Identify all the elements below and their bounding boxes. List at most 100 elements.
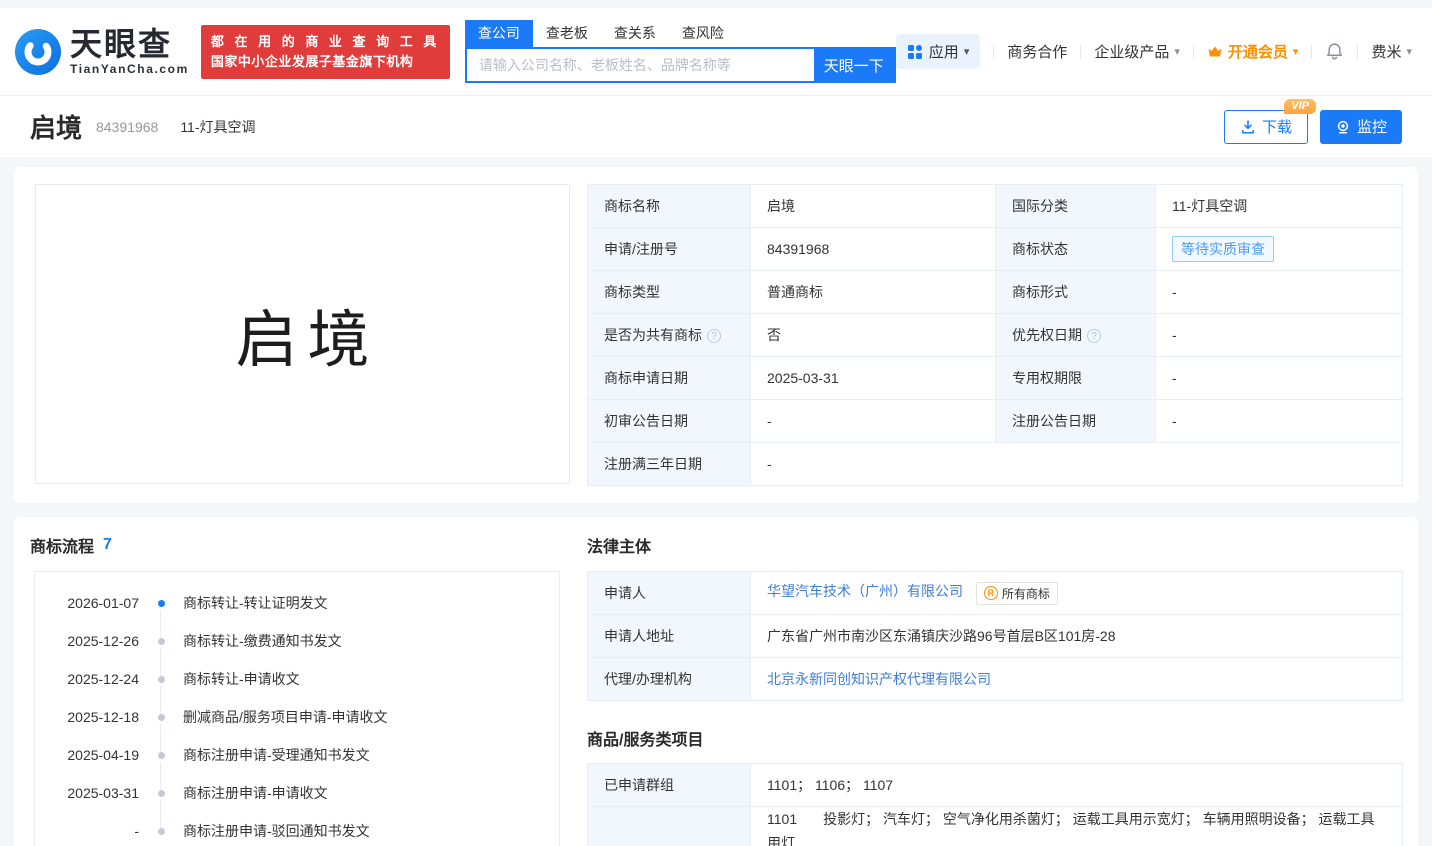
info-value: 否	[750, 313, 996, 357]
nav-apps-label: 应用	[928, 44, 959, 61]
table-row: 申请人地址 广东省广州市南沙区东涌镇庆沙路96号首层B区101房-28	[587, 614, 1403, 658]
info-value: 2025-03-31	[750, 356, 996, 400]
search-block: 查公司 查老板 查关系 查风险 天眼一下	[464, 20, 896, 83]
timeline-date: 2026-01-07	[67, 595, 139, 611]
timeline-text: 商标注册申请-受理通知书发文	[183, 747, 370, 763]
nav-separator	[1080, 44, 1082, 59]
nav-user-menu[interactable]: 费米 ▾	[1371, 41, 1412, 62]
timeline-node	[139, 783, 183, 803]
goods-label	[587, 806, 751, 846]
tab-company[interactable]: 查公司	[464, 20, 533, 47]
timeline-date: 2025-12-18	[67, 709, 139, 725]
header-nav: 应用 ▾ 商务合作 企业级产品 ▾ 开通会员 ▾ 费米 ▾	[895, 34, 1412, 69]
timeline-text: 删减商品/服务项目申请-申请收文	[183, 709, 388, 725]
legal-section-title: 法律主体	[587, 539, 652, 556]
table-row: 是否为共有商标? 否 优先权日期? -	[587, 313, 1403, 357]
agency-company-link[interactable]: 北京永新同创知识产权代理有限公司	[767, 671, 991, 687]
timeline-dot	[157, 752, 165, 759]
info-label: 申请/注册号	[587, 227, 751, 271]
legal-label: 申请人地址	[587, 614, 751, 658]
logo-name: 天眼查	[70, 26, 173, 62]
nav-separator	[1192, 44, 1194, 59]
monitor-button[interactable]: 监控	[1319, 109, 1402, 144]
legal-value: 北京永新同创知识产权代理有限公司	[750, 657, 1403, 701]
timeline-date: 2025-12-26	[67, 633, 139, 649]
title-actions: 下载 VIP 监控	[1223, 98, 1402, 144]
crown-icon	[1208, 46, 1222, 56]
legal-value: 广东省广州市南沙区东涌镇庆沙路96号首层B区101房-28	[750, 614, 1403, 658]
goods-groups: 1101； 1106； 1107	[750, 763, 1403, 807]
logo-domain: TianYanCha.com	[70, 62, 189, 76]
info-label: 优先权日期?	[995, 313, 1156, 357]
timeline-dot	[157, 828, 165, 835]
legal-entity-table: 申请人 华望汽车技术（广州）有限公司 R 所有商标 申请人地址 广东省广州市南沙…	[587, 571, 1403, 701]
goods-label: 已申请群组	[587, 763, 751, 807]
notification-bell-button[interactable]	[1325, 42, 1344, 61]
process-title-text: 商标流程	[30, 539, 95, 556]
chevron-down-icon: ▾	[1292, 46, 1299, 58]
info-label: 商标类型	[587, 270, 751, 314]
info-label: 注册公告日期	[995, 399, 1156, 443]
tianyancha-logo[interactable]: 天眼查 TianYanCha.com	[14, 27, 189, 76]
vip-badge: VIP	[1284, 98, 1316, 114]
chevron-down-icon: ▾	[1174, 46, 1180, 58]
info-value: -	[750, 399, 996, 443]
legal-entity-section: 法律主体 申请人 华望汽车技术（广州）有限公司 R 所有商标 申请人地址 广东省…	[587, 533, 1403, 846]
info-label: 注册满三年日期	[587, 442, 751, 486]
trademark-image: 启境	[35, 184, 570, 484]
trademark-process-section: 商标流程 7 2026-01-07 商标转让-转让证明发文 2025-12-26…	[30, 533, 560, 846]
download-button[interactable]: 下载 VIP	[1223, 98, 1316, 144]
timeline-date: -	[134, 823, 139, 839]
info-value: 11-灯具空调	[1155, 184, 1403, 228]
username: 费米	[1371, 44, 1402, 61]
search-bar: 天眼一下	[464, 47, 896, 83]
info-label: 商标申请日期	[587, 356, 751, 400]
info-value: 等待实质审查	[1155, 227, 1403, 271]
timeline-node	[139, 745, 183, 765]
table-row: 申请/注册号 84391968 商标状态 等待实质审查	[587, 227, 1403, 271]
timeline-dot	[157, 676, 165, 683]
nav-apps[interactable]: 应用 ▾	[895, 34, 981, 69]
intl-class: 11-灯具空调	[180, 118, 256, 135]
section-gap	[14, 503, 1418, 517]
legal-value: 华望汽车技术（广州）有限公司 R 所有商标	[750, 571, 1403, 615]
nav-cooperation[interactable]: 商务合作	[1007, 41, 1067, 62]
timeline-text: 商标注册申请-驳回通知书发文	[183, 823, 370, 839]
details-card: 商标流程 7 2026-01-07 商标转让-转让证明发文 2025-12-26…	[14, 517, 1418, 846]
table-row: 申请人 华望汽车技术（广州）有限公司 R 所有商标	[587, 571, 1403, 615]
timeline-dot	[157, 600, 165, 607]
grid-icon	[907, 44, 922, 59]
goods-items: 1101 投影灯； 汽车灯； 空气净化用杀菌灯； 运载工具用示宽灯； 车辆用照明设…	[750, 806, 1403, 846]
nav-separator	[993, 44, 995, 59]
timeline-dot	[157, 638, 165, 645]
info-value: -	[1155, 313, 1403, 357]
info-label: 商标形式	[995, 270, 1156, 314]
table-row: 商标名称 启境 国际分类 11-灯具空调	[587, 184, 1403, 228]
info-label-text: 是否为共有商标	[604, 327, 702, 343]
download-icon	[1242, 119, 1254, 133]
search-button[interactable]: 天眼一下	[813, 49, 894, 81]
trademark-titlebar: 启境 84391968 11-灯具空调 下载 VIP 监控	[0, 96, 1432, 157]
timeline-text: 商标转让-缴费通知书发文	[183, 633, 342, 649]
nav-separator	[1357, 44, 1359, 59]
nav-open-vip[interactable]: 开通会员 ▾	[1207, 41, 1299, 62]
tab-boss[interactable]: 查老板	[533, 20, 601, 47]
all-trademarks-tag[interactable]: R 所有商标	[975, 581, 1058, 605]
table-row: 注册满三年日期 -	[587, 442, 1403, 486]
info-value: 启境	[750, 184, 996, 228]
status-badge[interactable]: 等待实质审查	[1172, 236, 1274, 262]
info-value: 84391968	[750, 227, 996, 271]
nav-separator	[1311, 44, 1313, 59]
tab-risk[interactable]: 查风险	[669, 20, 737, 47]
question-mark-icon[interactable]: ?	[707, 329, 721, 343]
applicant-company-link[interactable]: 华望汽车技术（广州）有限公司	[767, 583, 963, 599]
search-input[interactable]	[466, 49, 814, 81]
legal-label: 申请人	[587, 571, 751, 615]
timeline-text: 商标转让-转让证明发文	[183, 595, 328, 611]
info-label: 是否为共有商标?	[587, 313, 751, 357]
question-mark-icon[interactable]: ?	[1087, 329, 1101, 343]
tab-relation[interactable]: 查关系	[601, 20, 669, 47]
site-header: 天眼查 TianYanCha.com 都 在 用 的 商 业 查 询 工 具 国…	[0, 8, 1432, 96]
table-row: 已申请群组 1101； 1106； 1107	[587, 763, 1403, 807]
nav-enterprise[interactable]: 企业级产品 ▾	[1094, 41, 1180, 62]
